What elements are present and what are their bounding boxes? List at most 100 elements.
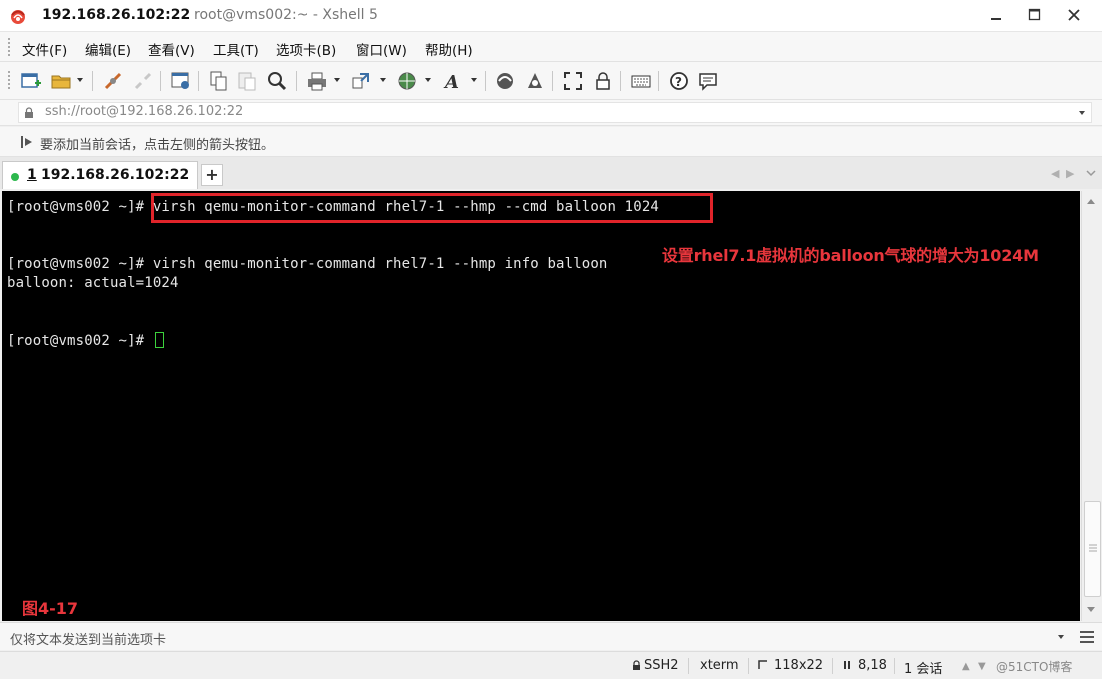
window-title-subtitle: root@vms002:~ - Xshell 5 [194,7,378,23]
address-field[interactable]: ssh://root@192.168.26.102:22 [18,102,1092,123]
toolbar-grip [8,71,11,89]
status-protocol: SSH2 [644,658,679,673]
toolbar-separator [552,71,553,91]
find-icon[interactable] [266,70,288,92]
terminal-area[interactable]: [root@vms002 ~]# virsh qemu-monitor-comm… [2,191,1080,621]
terminal-prompt: [root@vms002 ~]# [7,333,153,349]
toolbar-separator [160,71,161,91]
compose-input[interactable]: 仅将文本发送到当前选项卡 [10,629,166,648]
figure-label: 图4-17 [22,599,79,618]
menu-edit[interactable]: 编辑(E) [85,39,131,59]
xftp-icon[interactable] [494,70,516,92]
menu-grip [8,38,11,56]
toolbar-separator [620,71,621,91]
status-separator [688,658,689,674]
terminal-cursor [154,332,164,348]
lock-icon[interactable] [592,70,614,92]
menu-tabs[interactable]: 选项卡(B) [276,39,336,59]
lock-icon [25,107,33,118]
compose-dropdown-icon[interactable] [1058,635,1064,639]
window-title-host: 192.168.26.102:22 [42,7,191,23]
tab-scroll-left-icon[interactable]: ◀ [1051,167,1059,180]
status-down-arrow-icon[interactable]: ▼ [978,661,986,672]
lock-icon [633,660,640,670]
toolbar-separator [658,71,659,91]
compose-bar: 仅将文本发送到当前选项卡 [0,622,1102,650]
status-terminal-type: xterm [700,658,739,673]
status-separator [748,658,749,674]
status-cursor-position: 8,18 [858,658,887,673]
xmanager-icon[interactable] [524,70,546,92]
menu-window[interactable]: 窗口(W) [356,39,407,59]
cursor-position-icon [844,661,850,669]
svg-text:?: ? [675,75,682,89]
menu-bar: 文件(F) 编辑(E) 查看(V) 工具(T) 选项卡(B) 窗口(W) 帮助(… [0,32,1102,62]
open-folder-icon[interactable] [50,70,72,92]
watermark: @51CTO博客 [996,660,1073,674]
annotation-text: 设置rhel7.1虚拟机的balloon气球的增大为1024M [662,246,1039,265]
scrollbar-thumb[interactable] [1084,501,1101,597]
tab-list-dropdown-icon[interactable] [1086,169,1096,177]
fullscreen-icon[interactable] [562,70,584,92]
toolbar-separator [485,71,486,91]
menu-help[interactable]: 帮助(H) [425,39,473,59]
xshell-logo-icon [11,10,25,24]
terminal-line: [root@vms002 ~]# virsh qemu-monitor-comm… [7,199,659,215]
globe-dropdown-caret[interactable] [425,78,431,82]
new-tab-button[interactable]: + [201,164,223,186]
tab-number: 1 [27,167,37,183]
address-bar: ssh://root@192.168.26.102:22 [0,100,1102,126]
scroll-up-icon[interactable] [1087,199,1095,204]
svg-text:A: A [443,72,459,92]
close-button[interactable] [1062,4,1086,26]
new-session-icon[interactable] [20,70,42,92]
transfer-icon[interactable] [350,70,372,92]
transfer-dropdown-caret[interactable] [380,78,386,82]
print-icon[interactable] [306,70,328,92]
session-hint-bar: 要添加当前会话，点击左侧的箭头按钮。 [0,127,1102,157]
status-separator [894,658,895,674]
keyboard-icon[interactable] [630,70,652,92]
add-session-arrow-icon[interactable] [20,135,34,149]
status-sessions: 1 会话 [904,662,943,677]
help-icon[interactable]: ? [668,70,690,92]
disconnect-icon[interactable] [132,70,154,92]
terminal-scrollbar[interactable] [1081,191,1102,621]
title-bar: 192.168.26.102:22 root@vms002:~ - Xshell… [0,0,1102,32]
status-up-arrow-icon[interactable]: ▲ [962,661,970,672]
connected-status-dot [11,173,19,181]
menu-file[interactable]: 文件(F) [22,39,67,59]
terminal-prompt-line: [root@vms002 ~]# [7,332,164,349]
scroll-down-icon[interactable] [1087,607,1095,612]
address-value: ssh://root@192.168.26.102:22 [45,104,244,119]
toolbar-separator [198,71,199,91]
toolbar: A ? [0,62,1102,100]
font-icon[interactable]: A [442,70,464,92]
tab-label: 192.168.26.102:22 [41,167,190,183]
tab-session-1[interactable]: 1 192.168.26.102:22 [2,161,198,189]
menu-view[interactable]: 查看(V) [148,39,195,59]
toolbar-separator [92,71,93,91]
status-separator [832,658,833,674]
tab-strip: 1 192.168.26.102:22 + ◀ ▶ [0,157,1102,189]
tab-scroll-right-icon[interactable]: ▶ [1066,167,1074,180]
minimize-button[interactable] [984,4,1008,26]
thumb-grip-icon [1089,544,1097,552]
open-dropdown-caret[interactable] [77,78,83,82]
globe-icon[interactable] [396,70,418,92]
terminal-line: [root@vms002 ~]# virsh qemu-monitor-comm… [7,256,608,272]
print-dropdown-caret[interactable] [334,78,340,82]
address-dropdown-icon[interactable] [1079,111,1085,115]
compose-menu-icon[interactable] [1080,631,1094,643]
status-size: 118x22 [774,658,824,673]
copy-icon[interactable] [208,70,230,92]
connect-icon[interactable] [102,70,124,92]
paste-icon[interactable] [236,70,258,92]
toolbar-separator [296,71,297,91]
resize-icon [758,660,767,669]
session-properties-icon[interactable] [170,70,192,92]
maximize-button[interactable] [1022,4,1046,26]
chat-icon[interactable] [697,70,719,92]
menu-tools[interactable]: 工具(T) [213,39,259,59]
font-dropdown-caret[interactable] [471,78,477,82]
